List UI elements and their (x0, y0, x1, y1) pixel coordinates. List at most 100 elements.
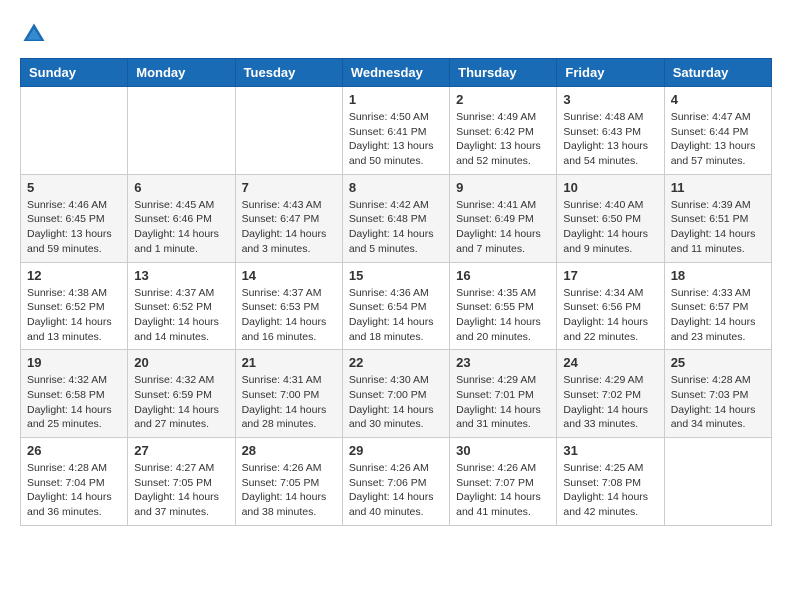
calendar-cell: 21Sunrise: 4:31 AM Sunset: 7:00 PM Dayli… (235, 350, 342, 438)
weekday-header-thursday: Thursday (450, 59, 557, 87)
calendar-body: 1 Sunrise: 4:50 AM Sunset: 6:41 PM Daylig… (21, 87, 772, 526)
calendar-cell: 9Sunrise: 4:41 AM Sunset: 6:49 PM Daylig… (450, 174, 557, 262)
day-number: 10 (563, 180, 657, 195)
day-number: 27 (134, 443, 228, 458)
calendar-cell (21, 87, 128, 175)
calendar-header: SundayMondayTuesdayWednesdayThursdayFrid… (21, 59, 772, 87)
day-info: Sunrise: 4:27 AM Sunset: 7:05 PM Dayligh… (134, 461, 228, 520)
calendar-week-3: 12Sunrise: 4:38 AM Sunset: 6:52 PM Dayli… (21, 262, 772, 350)
day-info: Sunrise: 4:28 AM Sunset: 7:03 PM Dayligh… (671, 373, 765, 432)
calendar-cell: 20 Sunrise: 4:32 AM Sunset: 6:59 PM Dayli… (128, 350, 235, 438)
calendar-week-1: 1 Sunrise: 4:50 AM Sunset: 6:41 PM Daylig… (21, 87, 772, 175)
day-number: 22 (349, 355, 443, 370)
calendar-cell: 15 Sunrise: 4:36 AM Sunset: 6:54 PM Dayli… (342, 262, 449, 350)
calendar-cell: 29 Sunrise: 4:26 AM Sunset: 7:06 PM Dayli… (342, 438, 449, 526)
day-info: Sunrise: 4:50 AM Sunset: 6:41 PM Dayligh… (349, 110, 443, 169)
calendar-cell: 25 Sunrise: 4:28 AM Sunset: 7:03 PM Dayli… (664, 350, 771, 438)
calendar-cell: 3Sunrise: 4:48 AM Sunset: 6:43 PM Daylig… (557, 87, 664, 175)
day-number: 13 (134, 268, 228, 283)
calendar-cell: 18Sunrise: 4:33 AM Sunset: 6:57 PM Dayli… (664, 262, 771, 350)
weekday-header-sunday: Sunday (21, 59, 128, 87)
day-number: 17 (563, 268, 657, 283)
calendar-cell: 2 Sunrise: 4:49 AM Sunset: 6:42 PM Daylig… (450, 87, 557, 175)
day-number: 8 (349, 180, 443, 195)
day-number: 7 (242, 180, 336, 195)
calendar-cell: 1 Sunrise: 4:50 AM Sunset: 6:41 PM Daylig… (342, 87, 449, 175)
day-info: Sunrise: 4:48 AM Sunset: 6:43 PM Dayligh… (563, 110, 657, 169)
day-number: 25 (671, 355, 765, 370)
calendar-cell: 16 Sunrise: 4:35 AM Sunset: 6:55 PM Dayli… (450, 262, 557, 350)
day-number: 29 (349, 443, 443, 458)
day-number: 28 (242, 443, 336, 458)
calendar-cell: 31 Sunrise: 4:25 AM Sunset: 7:08 PM Dayli… (557, 438, 664, 526)
calendar-cell: 19 Sunrise: 4:32 AM Sunset: 6:58 PM Dayli… (21, 350, 128, 438)
day-info: Sunrise: 4:29 AM Sunset: 7:02 PM Dayligh… (563, 373, 657, 432)
weekday-header-saturday: Saturday (664, 59, 771, 87)
calendar-cell: 22 Sunrise: 4:30 AM Sunset: 7:00 PM Dayli… (342, 350, 449, 438)
day-info: Sunrise: 4:32 AM Sunset: 6:58 PM Dayligh… (27, 373, 121, 432)
page-header (20, 20, 772, 48)
calendar-week-4: 19 Sunrise: 4:32 AM Sunset: 6:58 PM Dayli… (21, 350, 772, 438)
day-info: Sunrise: 4:46 AM Sunset: 6:45 PM Dayligh… (27, 198, 121, 257)
day-number: 26 (27, 443, 121, 458)
weekday-header-friday: Friday (557, 59, 664, 87)
day-info: Sunrise: 4:30 AM Sunset: 7:00 PM Dayligh… (349, 373, 443, 432)
day-number: 19 (27, 355, 121, 370)
calendar-cell: 10 Sunrise: 4:40 AM Sunset: 6:50 PM Dayli… (557, 174, 664, 262)
calendar-cell: 30 Sunrise: 4:26 AM Sunset: 7:07 PM Dayli… (450, 438, 557, 526)
day-info: Sunrise: 4:49 AM Sunset: 6:42 PM Dayligh… (456, 110, 550, 169)
calendar-table: SundayMondayTuesdayWednesdayThursdayFrid… (20, 58, 772, 526)
day-info: Sunrise: 4:36 AM Sunset: 6:54 PM Dayligh… (349, 286, 443, 345)
day-number: 1 (349, 92, 443, 107)
day-number: 2 (456, 92, 550, 107)
calendar-cell: 12Sunrise: 4:38 AM Sunset: 6:52 PM Dayli… (21, 262, 128, 350)
calendar-cell: 13 Sunrise: 4:37 AM Sunset: 6:52 PM Dayli… (128, 262, 235, 350)
calendar-cell: 27 Sunrise: 4:27 AM Sunset: 7:05 PM Dayli… (128, 438, 235, 526)
day-info: Sunrise: 4:28 AM Sunset: 7:04 PM Dayligh… (27, 461, 121, 520)
calendar-cell (664, 438, 771, 526)
calendar-cell: 14 Sunrise: 4:37 AM Sunset: 6:53 PM Dayli… (235, 262, 342, 350)
day-info: Sunrise: 4:39 AM Sunset: 6:51 PM Dayligh… (671, 198, 765, 257)
calendar-cell: 11Sunrise: 4:39 AM Sunset: 6:51 PM Dayli… (664, 174, 771, 262)
day-info: Sunrise: 4:37 AM Sunset: 6:53 PM Dayligh… (242, 286, 336, 345)
day-info: Sunrise: 4:33 AM Sunset: 6:57 PM Dayligh… (671, 286, 765, 345)
logo-icon (20, 20, 48, 48)
day-info: Sunrise: 4:26 AM Sunset: 7:05 PM Dayligh… (242, 461, 336, 520)
day-info: Sunrise: 4:26 AM Sunset: 7:06 PM Dayligh… (349, 461, 443, 520)
weekday-header-row: SundayMondayTuesdayWednesdayThursdayFrid… (21, 59, 772, 87)
day-number: 23 (456, 355, 550, 370)
weekday-header-tuesday: Tuesday (235, 59, 342, 87)
calendar-cell: 17Sunrise: 4:34 AM Sunset: 6:56 PM Dayli… (557, 262, 664, 350)
day-number: 6 (134, 180, 228, 195)
calendar-cell: 24Sunrise: 4:29 AM Sunset: 7:02 PM Dayli… (557, 350, 664, 438)
calendar-cell: 6 Sunrise: 4:45 AM Sunset: 6:46 PM Daylig… (128, 174, 235, 262)
day-number: 15 (349, 268, 443, 283)
day-info: Sunrise: 4:45 AM Sunset: 6:46 PM Dayligh… (134, 198, 228, 257)
day-number: 21 (242, 355, 336, 370)
day-info: Sunrise: 4:25 AM Sunset: 7:08 PM Dayligh… (563, 461, 657, 520)
day-info: Sunrise: 4:37 AM Sunset: 6:52 PM Dayligh… (134, 286, 228, 345)
calendar-cell: 23Sunrise: 4:29 AM Sunset: 7:01 PM Dayli… (450, 350, 557, 438)
day-number: 20 (134, 355, 228, 370)
day-info: Sunrise: 4:42 AM Sunset: 6:48 PM Dayligh… (349, 198, 443, 257)
day-number: 14 (242, 268, 336, 283)
logo (20, 20, 52, 48)
day-number: 31 (563, 443, 657, 458)
weekday-header-wednesday: Wednesday (342, 59, 449, 87)
day-info: Sunrise: 4:40 AM Sunset: 6:50 PM Dayligh… (563, 198, 657, 257)
day-number: 9 (456, 180, 550, 195)
calendar-cell: 7 Sunrise: 4:43 AM Sunset: 6:47 PM Daylig… (235, 174, 342, 262)
day-number: 4 (671, 92, 765, 107)
day-number: 16 (456, 268, 550, 283)
calendar-week-2: 5 Sunrise: 4:46 AM Sunset: 6:45 PM Daylig… (21, 174, 772, 262)
day-info: Sunrise: 4:43 AM Sunset: 6:47 PM Dayligh… (242, 198, 336, 257)
calendar-cell (235, 87, 342, 175)
day-number: 30 (456, 443, 550, 458)
calendar-cell (128, 87, 235, 175)
day-info: Sunrise: 4:26 AM Sunset: 7:07 PM Dayligh… (456, 461, 550, 520)
day-number: 5 (27, 180, 121, 195)
day-info: Sunrise: 4:32 AM Sunset: 6:59 PM Dayligh… (134, 373, 228, 432)
calendar-cell: 4Sunrise: 4:47 AM Sunset: 6:44 PM Daylig… (664, 87, 771, 175)
day-number: 12 (27, 268, 121, 283)
day-info: Sunrise: 4:35 AM Sunset: 6:55 PM Dayligh… (456, 286, 550, 345)
